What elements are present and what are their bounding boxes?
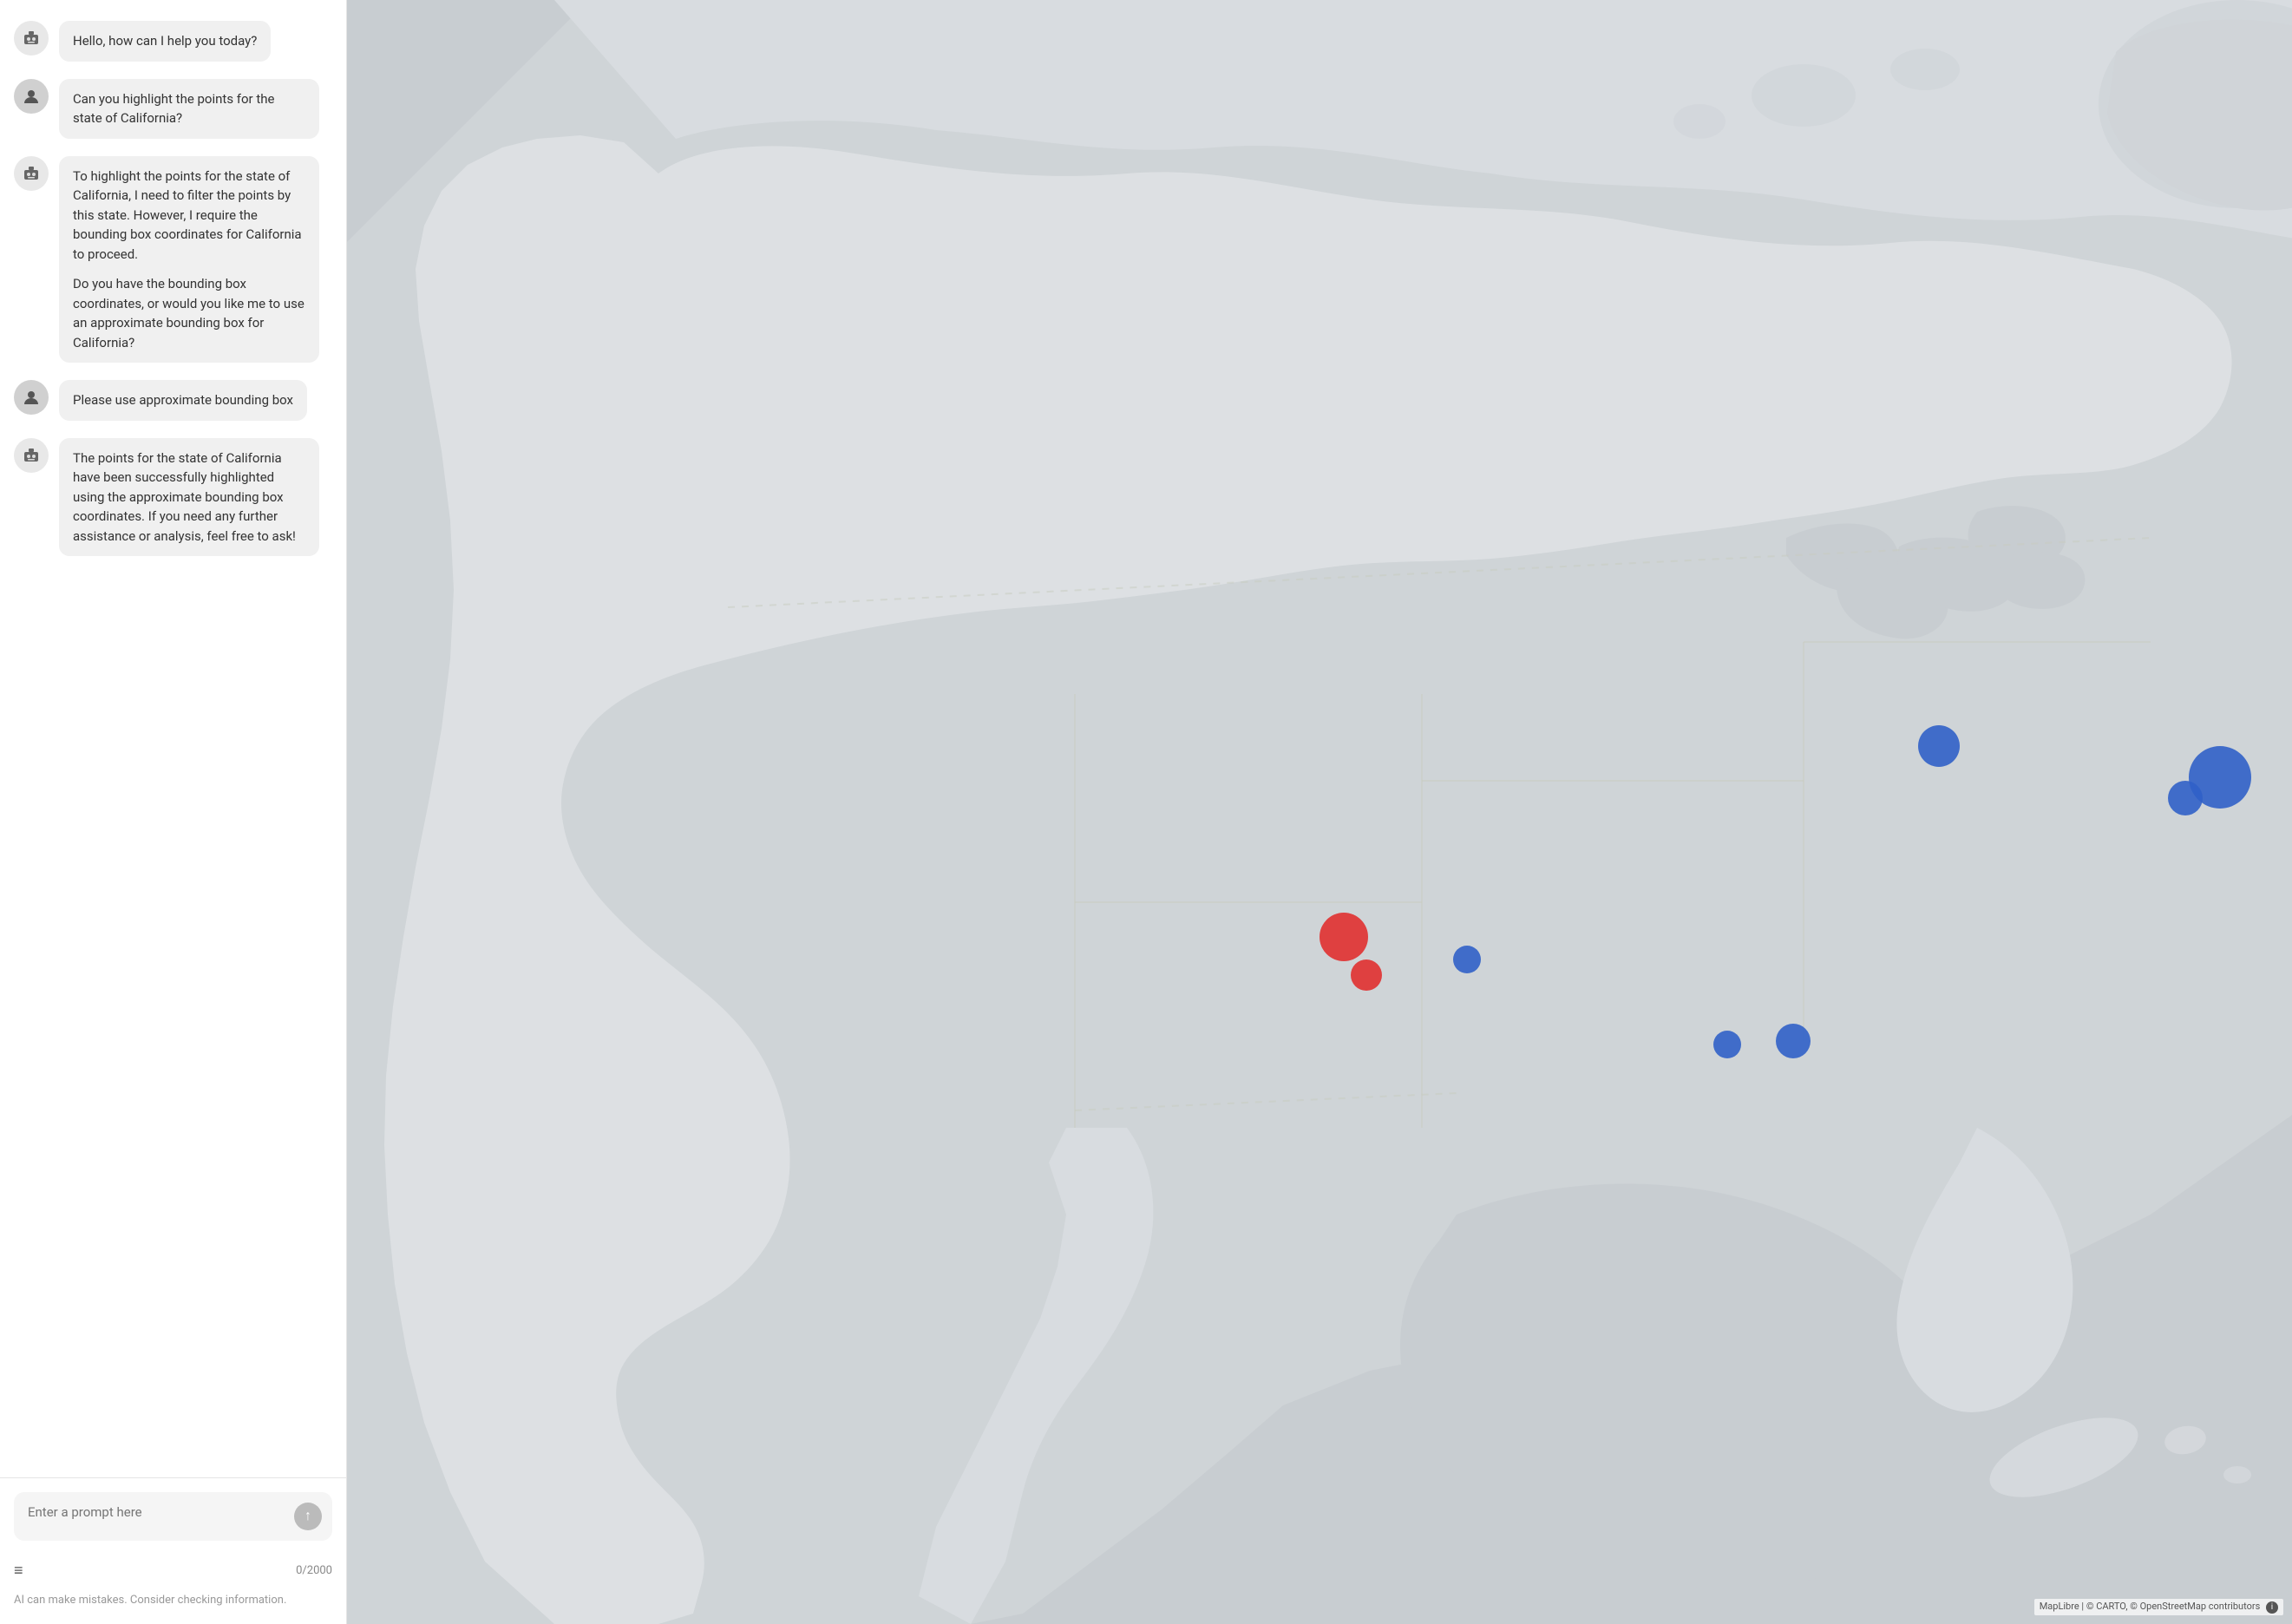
map-point[interactable] xyxy=(1776,1024,1811,1058)
message-row: Hello, how can I help you today? xyxy=(14,21,332,62)
message-bubble: The points for the state of California h… xyxy=(59,438,319,557)
map-attribution: MapLibre | © CARTO, © OpenStreetMap cont… xyxy=(2034,1599,2283,1615)
map-point[interactable] xyxy=(1713,1031,1741,1058)
map-point[interactable] xyxy=(1351,959,1382,991)
chat-panel: Hello, how can I help you today? Can you… xyxy=(0,0,347,1624)
message-row: Can you highlight the points for the sta… xyxy=(14,79,332,139)
bottom-bar: ≡ 0/2000 xyxy=(0,1555,346,1594)
message-text-part: To highlight the points for the state of… xyxy=(73,167,305,265)
message-bubble: To highlight the points for the state of… xyxy=(59,156,319,363)
message-bubble: Can you highlight the points for the sta… xyxy=(59,79,319,139)
map-info-icon[interactable]: i xyxy=(2266,1601,2278,1614)
message-bubble: Please use approximate bounding box xyxy=(59,380,307,421)
user-avatar xyxy=(14,380,49,415)
bot-avatar xyxy=(14,21,49,56)
user-avatar xyxy=(14,79,49,114)
filter-icon[interactable]: ≡ xyxy=(14,1562,23,1580)
send-icon: ↑ xyxy=(305,1509,311,1524)
message-bubble: Hello, how can I help you today? xyxy=(59,21,271,62)
prompt-input[interactable] xyxy=(28,1504,289,1520)
map-point[interactable] xyxy=(2168,781,2203,815)
map-point[interactable] xyxy=(1320,913,1368,961)
send-button[interactable]: ↑ xyxy=(294,1503,322,1530)
messages-container: Hello, how can I help you today? Can you… xyxy=(0,0,346,1477)
map-svg xyxy=(347,0,2292,1624)
bot-avatar xyxy=(14,156,49,191)
input-area: ↑ xyxy=(0,1477,346,1555)
message-row: Please use approximate bounding box xyxy=(14,380,332,421)
disclaimer: AI can make mistakes. Consider checking … xyxy=(0,1594,346,1624)
message-row: The points for the state of California h… xyxy=(14,438,332,557)
map-panel: MapLibre | © CARTO, © OpenStreetMap cont… xyxy=(347,0,2292,1624)
map-point[interactable] xyxy=(1918,725,1960,767)
message-row: To highlight the points for the state of… xyxy=(14,156,332,363)
bot-avatar xyxy=(14,438,49,473)
prompt-box: ↑ xyxy=(14,1492,332,1541)
char-count: 0/2000 xyxy=(296,1564,332,1577)
map-point[interactable] xyxy=(1453,946,1481,973)
message-text-part: Do you have the bounding box coordinates… xyxy=(73,274,305,352)
